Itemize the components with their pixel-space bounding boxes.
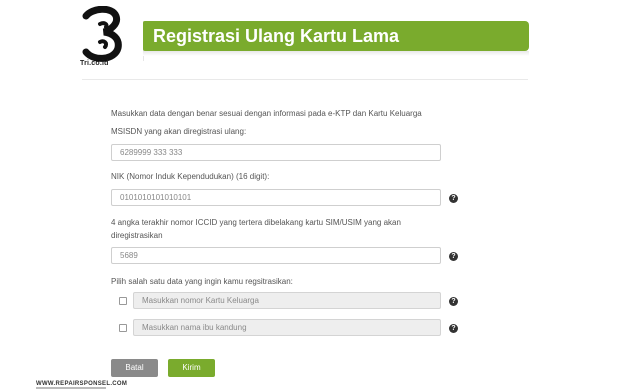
- nik-label: NIK (Nomor Induk Kependudukan) (16 digit…: [111, 172, 270, 181]
- section-divider: [82, 79, 528, 80]
- mother-name-input[interactable]: Masukkan nama ibu kandung: [133, 319, 441, 336]
- iccid-label: 4 angka terakhir nomor ICCID yang terter…: [111, 218, 401, 240]
- kk-input[interactable]: Masukkan nomor Kartu Keluarga: [133, 292, 441, 309]
- msisdn-input[interactable]: 6289999 333 333: [111, 144, 441, 161]
- msisdn-label: MSISDN yang akan diregistrasi ulang:: [111, 127, 247, 136]
- watermark-underline: [36, 387, 106, 389]
- choice-label: Pilih salah satu data yang ingin kamu re…: [111, 277, 293, 286]
- tri-logo: [78, 6, 128, 62]
- mother-name-checkbox[interactable]: [119, 324, 127, 332]
- title-bar-shadow: [143, 51, 529, 56]
- nik-help-icon[interactable]: ?: [449, 194, 458, 203]
- cancel-button[interactable]: Batal: [111, 359, 158, 377]
- tri-3-logo-icon: [82, 6, 122, 62]
- iccid-help-icon[interactable]: ?: [449, 252, 458, 261]
- page-title: Registrasi Ulang Kartu Lama: [153, 26, 400, 46]
- kk-checkbox[interactable]: [119, 297, 127, 305]
- page-title-bar: Registrasi Ulang Kartu Lama: [143, 21, 529, 51]
- iccid-input[interactable]: 5689: [111, 247, 441, 264]
- submit-button[interactable]: Kirim: [168, 359, 215, 377]
- mother-name-help-icon[interactable]: ?: [449, 324, 458, 333]
- nik-input[interactable]: 0101010101010101: [111, 189, 441, 206]
- form-intro: Masukkan data dengan benar sesuai dengan…: [111, 109, 422, 118]
- logo-caption: Tri.co.id: [80, 60, 109, 67]
- kk-help-icon[interactable]: ?: [449, 297, 458, 306]
